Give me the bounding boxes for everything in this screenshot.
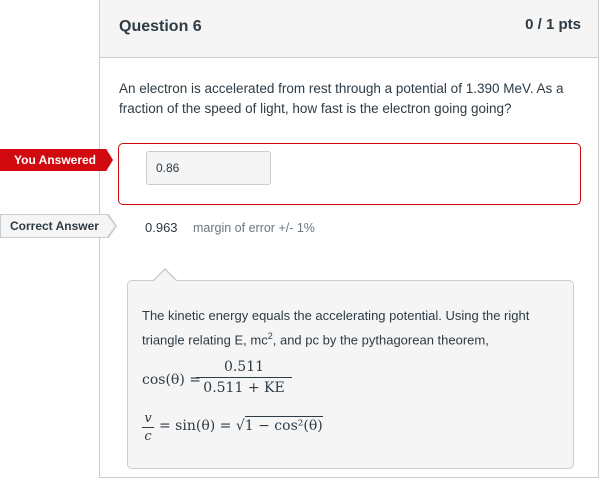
equation-2-denominator: c	[144, 429, 152, 444]
correct-answer-label: Correct Answer	[10, 219, 99, 233]
equation-1-numerator: 0.511	[223, 359, 265, 375]
question-points: 0 / 1 pts	[525, 16, 581, 33]
equation-2-rhs: = sin(θ) = √1 − cos²(θ)	[159, 416, 323, 434]
your-answer-value: 0.86	[146, 151, 271, 185]
comment-text: The kinetic energy equals the accelerati…	[142, 305, 562, 350]
equation-2-radicand: 1 − cos²(θ)	[244, 416, 323, 434]
equation-1-lhs: cos(θ) =	[142, 372, 201, 388]
margin-of-error: margin of error +/- 1%	[193, 221, 315, 235]
you-answered-tag: You Answered	[0, 149, 113, 171]
equation-2-numerator: v	[144, 411, 152, 426]
equation-2-fraction-bar	[142, 427, 154, 428]
equation-2-fraction: v c	[142, 412, 154, 443]
equation-1-denominator: 0.511 + KE	[203, 380, 285, 396]
equation-1-fraction-bar	[196, 377, 292, 378]
question-header: Question 6 0 / 1 pts	[100, 0, 598, 58]
equation-1-fraction: 0.511 0.511 + KE	[196, 359, 292, 396]
comment-text-part2: , and pc by the pythagorean theorem,	[272, 332, 489, 348]
equation-2-rhs-a: = sin(θ) = √	[159, 418, 245, 434]
comment-pointer	[154, 270, 176, 281]
correct-answer-value: 0.963	[145, 220, 178, 235]
question-text: An electron is accelerated from rest thr…	[119, 81, 564, 116]
question-title: Question 6	[119, 18, 202, 35]
answer-comment: The kinetic energy equals the accelerati…	[127, 280, 574, 469]
